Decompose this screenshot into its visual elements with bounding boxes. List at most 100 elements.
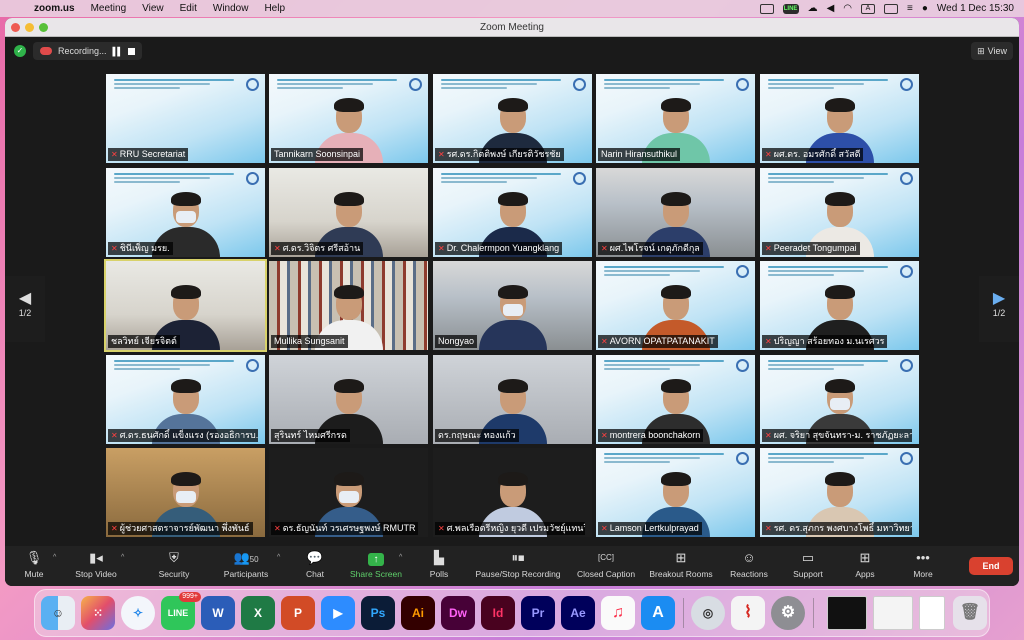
participant-tile[interactable]: Mullika Sungsanit — [269, 261, 428, 350]
stop-video-button[interactable]: ▮◂ Stop Video — [71, 550, 121, 579]
menu-app-name[interactable]: zoom.us — [26, 3, 83, 14]
audio-options-caret-icon[interactable]: ^ — [53, 554, 56, 561]
word-icon[interactable]: W — [201, 596, 235, 630]
minimized-window-3[interactable] — [919, 596, 945, 630]
quicktime-icon[interactable]: ◎ — [691, 596, 725, 630]
clock[interactable]: Wed 1 Dec 15:30 — [937, 3, 1014, 14]
previous-page-button[interactable]: ◀ 1/2 — [5, 276, 45, 342]
end-meeting-button[interactable]: End — [969, 557, 1013, 575]
participant-tile[interactable]: Nongyao — [433, 261, 592, 350]
view-button[interactable]: ⊞ View — [971, 42, 1013, 60]
menu-edit[interactable]: Edit — [172, 3, 205, 14]
window-title: Zoom Meeting — [480, 21, 544, 33]
participant-tile[interactable]: ✕ AVORN OPATPATANAKIT — [596, 261, 755, 350]
stop-recording-icon[interactable] — [127, 47, 135, 55]
meeting-top-bar: ✓ Recording... ▌▌ ⊞ View — [5, 38, 1019, 64]
powerpoint-icon[interactable]: P — [281, 596, 315, 630]
chat-button[interactable]: 💬 Chat — [301, 550, 329, 579]
line-app-icon[interactable]: LINE 999+ — [161, 592, 201, 630]
more-button[interactable]: ••• More — [909, 550, 937, 579]
after-effects-icon[interactable]: Ae — [561, 596, 595, 630]
input-source-icon[interactable]: A — [861, 3, 876, 14]
mute-button[interactable]: 🎙 Mute — [19, 550, 49, 579]
pause-recording-icon[interactable]: ▌▌ — [113, 47, 123, 56]
polls-button[interactable]: ▙ Polls — [425, 550, 453, 579]
cc-icon: [CC] — [598, 553, 614, 562]
muted-mic-icon: ✕ — [765, 150, 772, 159]
share-options-caret-icon[interactable]: ^ — [399, 554, 402, 561]
menu-help[interactable]: Help — [256, 3, 293, 14]
participant-tile[interactable]: ชลวิทย์ เจียรจิตต์ — [104, 259, 267, 352]
zoom-app-icon[interactable]: ▶ — [321, 596, 355, 630]
breakout-rooms-button[interactable]: ⊞ Breakout Rooms — [647, 550, 715, 579]
zoom-status-icon[interactable] — [759, 3, 774, 14]
safari-icon[interactable]: ✧ — [121, 596, 155, 630]
participant-tile[interactable]: ✕ ผศ.ดร. อมรศักดิ์ สวัสดี — [760, 74, 919, 163]
illustrator-icon[interactable]: Ai — [401, 596, 435, 630]
participant-tile[interactable]: ✕ ศ.ดร.วิจิตร ศรีสอ้าน — [269, 168, 428, 257]
menu-window[interactable]: Window — [205, 3, 257, 14]
participant-tile[interactable]: ✕ Peeradet Tongumpai — [760, 168, 919, 257]
participant-tile[interactable]: ✕ montrera boonchakorn — [596, 355, 755, 444]
closed-caption-button[interactable]: [CC] Closed Caption — [573, 550, 639, 579]
participant-tile[interactable]: ดร.กฤษณะ ทองแก้ว — [433, 355, 592, 444]
acrobat-icon[interactable]: ⌇ — [731, 596, 765, 630]
minimized-window-2[interactable] — [873, 596, 913, 630]
support-button[interactable]: ▭ Support — [789, 550, 827, 579]
menu-meeting[interactable]: Meeting — [83, 3, 135, 14]
control-center-icon[interactable]: ≡ — [907, 3, 913, 14]
cloud-sync-icon[interactable]: ☁ — [808, 3, 818, 14]
excel-icon[interactable]: X — [241, 596, 275, 630]
apps-button[interactable]: ⊞ Apps — [851, 550, 879, 579]
reactions-button[interactable]: ☺ Reactions — [727, 550, 771, 579]
launchpad-icon[interactable]: ⁙ — [81, 596, 115, 630]
participant-tile[interactable]: ✕ ปริญญา สร้อยทอง ม.นเรศวร — [760, 261, 919, 350]
participant-tile[interactable]: ✕ RRU Secretariat — [106, 74, 265, 163]
participant-tile[interactable]: ✕ ผศ.ไพโรจน์ เกตุภักดีกุล — [596, 168, 755, 257]
participant-name-label: ✕ montrera boonchakorn — [598, 429, 704, 442]
siri-icon[interactable]: ● — [922, 3, 928, 14]
participant-tile[interactable]: ✕ ชินีเพ็ญ มรย. — [106, 168, 265, 257]
video-camera-icon: ▮◂ — [89, 550, 103, 565]
participant-tile[interactable]: ✕ ศ.ดร.ธนศักดิ์ แข็งแรง (รองอธิการบ... — [106, 355, 265, 444]
line-status-icon[interactable]: LINE — [782, 3, 799, 14]
dreamweaver-icon[interactable]: Dw — [441, 596, 475, 630]
encryption-shield-icon[interactable]: ✓ — [14, 45, 26, 57]
trash-icon[interactable]: 🗑 — [953, 596, 987, 630]
participant-tile[interactable]: Tannikarn Soonsinpai — [269, 74, 428, 163]
macos-dock: ☺ ⁙ ✧ LINE 999+ W X P ▶ Ps Ai Dw Id Pr Ae… — [34, 589, 990, 637]
participants-button[interactable]: 👥50 Participants — [219, 550, 273, 579]
participant-name: ปริญญา สร้อยทอง ม.นเรศวร — [773, 336, 885, 346]
video-options-caret-icon[interactable]: ^ — [121, 554, 124, 561]
wifi-icon[interactable]: ◠ — [843, 3, 852, 14]
participant-tile[interactable]: สุรินทร์ ไหมศรีกรด — [269, 355, 428, 444]
participant-tile[interactable]: ✕ รศ.ดร.กิตติพงษ์ เกียรติวัชรชัย — [433, 74, 592, 163]
participant-tile[interactable]: ✕ รศ. ดร.สุภกร พงศบางโพธิ์ มหาวิทยา... — [760, 448, 919, 537]
pause-stop-recording-button[interactable]: ⏸⏹ Pause/Stop Recording — [471, 550, 565, 579]
conference-logo-icon — [900, 78, 913, 91]
indesign-icon[interactable]: Id — [481, 596, 515, 630]
battery-icon[interactable] — [884, 3, 899, 14]
participant-tile[interactable]: ✕ ศ.พลเรือตรีหญิง ยุวดี เปรมวัชยุ์แทนวิ..… — [433, 448, 592, 537]
minimized-window-1[interactable] — [827, 596, 867, 630]
volume-icon[interactable]: ◀ — [827, 3, 835, 14]
finder-icon[interactable]: ☺ — [41, 596, 75, 630]
participant-name: ผู้ช่วยศาสตราจารย์พัฒนา พึ่งพันธ์ — [119, 523, 250, 533]
menu-view[interactable]: View — [134, 3, 172, 14]
participants-caret-icon[interactable]: ^ — [277, 554, 280, 561]
music-icon[interactable]: ♫ — [601, 596, 635, 630]
participant-tile[interactable]: ✕ ผู้ช่วยศาสตราจารย์พัฒนา พึ่งพันธ์ — [106, 448, 265, 537]
share-screen-button[interactable]: ↑ Share Screen — [347, 550, 405, 579]
participant-tile[interactable]: ✕ Dr. Chalermpon Yuangklang — [433, 168, 592, 257]
premiere-icon[interactable]: Pr — [521, 596, 555, 630]
muted-mic-icon: ✕ — [765, 431, 772, 440]
system-preferences-icon[interactable]: ⚙ — [771, 596, 805, 630]
participant-tile[interactable]: ✕ ดร.ธัญนันท์ วรเศรษฐพงษ์ RMUTR — [269, 448, 428, 537]
security-button[interactable]: ⛨ Security — [155, 550, 193, 579]
photoshop-icon[interactable]: Ps — [361, 596, 395, 630]
next-page-button[interactable]: ▶ 1/2 — [979, 276, 1019, 342]
participant-tile[interactable]: Narin Hiransuthikul — [596, 74, 755, 163]
app-store-icon[interactable]: A — [641, 596, 675, 630]
participant-tile[interactable]: ✕ Lamson Lertkulprayad — [596, 448, 755, 537]
participant-tile[interactable]: ✕ ผศ. จริยา สุขจันทรา-ม. ราชภัฏยะลา — [760, 355, 919, 444]
